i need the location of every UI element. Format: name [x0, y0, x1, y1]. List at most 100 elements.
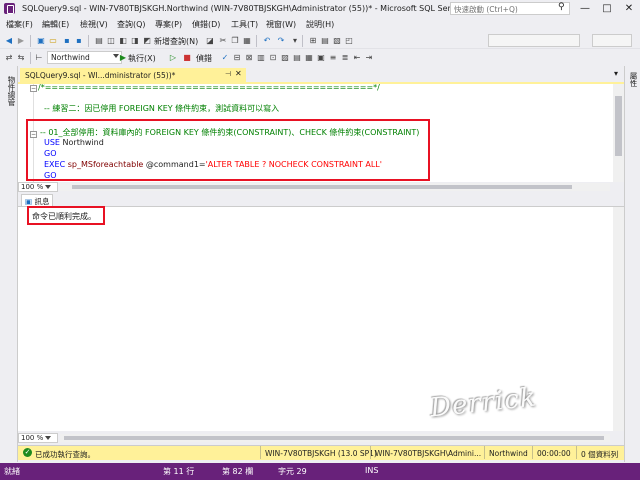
parse-icon[interactable]: ✓: [220, 53, 230, 63]
highlight-box-message: [27, 206, 105, 225]
editor-hscroll-thumb[interactable]: [72, 185, 572, 189]
dmx-query-icon[interactable]: ◨: [130, 36, 140, 46]
database-select[interactable]: Northwind: [47, 51, 122, 64]
menu-tools[interactable]: 工具(T): [231, 19, 258, 30]
debug-button[interactable]: 偵錯: [196, 53, 212, 64]
activity-monitor-icon[interactable]: ⊞: [308, 36, 318, 46]
debug-icon[interactable]: ▷: [168, 53, 178, 63]
intellisense-icon[interactable]: ▥: [256, 53, 266, 63]
xmla-query-icon[interactable]: ◩: [142, 36, 152, 46]
results-hscroll-thumb[interactable]: [64, 436, 604, 440]
client-stats-icon[interactable]: ▨: [280, 53, 290, 63]
right-tool-rail: [624, 66, 640, 462]
status-column: 第 82 欄: [222, 467, 254, 476]
row-count: 0 個資料列: [581, 450, 619, 459]
platform-dropdown[interactable]: [592, 34, 632, 47]
search-icon[interactable]: ⚲: [558, 2, 570, 15]
editor-scroll-thumb[interactable]: [615, 96, 622, 156]
menu-window[interactable]: 視窗(W): [266, 19, 296, 30]
elapsed-time: 00:00:00: [537, 449, 571, 458]
back-icon[interactable]: ◀: [4, 36, 14, 46]
database-engine-query-icon[interactable]: ◫: [106, 36, 116, 46]
chevron-down-icon[interactable]: ▾: [614, 69, 618, 78]
connect-icon[interactable]: ⇄: [4, 53, 14, 63]
object-explorer-icon[interactable]: ◰: [344, 36, 354, 46]
status-char: 字元 29: [278, 467, 307, 476]
server-info: WIN-7V80TBJSKGH (13.0 SP1): [265, 449, 377, 458]
results-grid-icon[interactable]: ▦: [304, 53, 314, 63]
display-plan-icon[interactable]: ⊟: [232, 53, 242, 63]
window-title: SQLQuery9.sql - WIN-7V80TBJSKGH.Northwin…: [22, 4, 496, 13]
new-query-button[interactable]: 新增查詢(N): [154, 36, 198, 47]
template-browser-icon[interactable]: ▧: [332, 36, 342, 46]
menu-help[interactable]: 說明(H): [306, 19, 334, 30]
menu-file[interactable]: 檔案(F): [6, 19, 33, 30]
collapse-icon[interactable]: −: [30, 85, 37, 92]
new-query-icon[interactable]: ▤: [94, 36, 104, 46]
sql-editor-toolbar: ⇄ ⇆ ⊢ Northwind ▶ 執行(X) ▷ ■ 偵錯 ✓ ⊟ ⊠ ▥ ⊡…: [0, 50, 640, 66]
menu-project[interactable]: 專案(P): [155, 19, 182, 30]
code-line-1: /*======================================…: [38, 83, 380, 92]
save-icon[interactable]: ▪: [62, 36, 72, 46]
execute-icon[interactable]: ▶: [118, 53, 128, 63]
new-project-icon[interactable]: ▣: [36, 36, 46, 46]
close-window-button[interactable]: ✕: [618, 0, 640, 17]
tab-sqlquery9[interactable]: SQLQuery9.sql - WI...dministrator (55))*: [20, 68, 246, 82]
analysis-icon[interactable]: ◪: [205, 36, 215, 46]
open-file-icon[interactable]: ▭: [48, 36, 58, 46]
quick-launch-input[interactable]: 快速啟動 (Ctrl+Q): [450, 2, 570, 15]
minimize-button[interactable]: —: [574, 0, 596, 17]
status-ready: 就緒: [4, 467, 20, 476]
status-line: 第 11 行: [163, 467, 195, 476]
increase-indent-icon[interactable]: ⇥: [364, 53, 374, 63]
maximize-button[interactable]: □: [596, 0, 618, 17]
copy-icon[interactable]: ❐: [230, 36, 240, 46]
highlight-box-code: [26, 119, 430, 181]
results-vertical-scrollbar[interactable]: [613, 207, 624, 431]
menu-bar: 檔案(F) 編輯(E) 檢視(V) 查詢(Q) 專案(P) 偵錯(D) 工具(T…: [0, 17, 640, 32]
object-explorer-rail-tab[interactable]: 物件總管: [3, 76, 16, 106]
menu-edit[interactable]: 編輯(E): [42, 19, 69, 30]
uncomment-icon[interactable]: ≣: [340, 53, 350, 63]
properties-icon[interactable]: ▤: [320, 36, 330, 46]
cancel-query-icon[interactable]: ■: [182, 53, 192, 63]
menu-query[interactable]: 查詢(Q): [117, 19, 146, 30]
include-plan-icon[interactable]: ⊡: [268, 53, 278, 63]
cut-icon[interactable]: ✂: [218, 36, 228, 46]
ssms-app-icon: [4, 3, 15, 14]
success-check-icon: ✓: [23, 448, 32, 457]
paste-icon[interactable]: ▦: [242, 36, 252, 46]
tab-messages[interactable]: ▣ 訊息: [21, 194, 53, 206]
status-bar: [0, 463, 640, 480]
left-tool-rail: [0, 66, 18, 462]
tab-messages-label: 訊息: [34, 197, 50, 206]
undo-icon[interactable]: ↶: [262, 36, 272, 46]
redo-icon[interactable]: ↷: [276, 36, 286, 46]
results-file-icon[interactable]: ▣: [316, 53, 326, 63]
save-all-icon[interactable]: ▪: [74, 36, 84, 46]
results-tab-strip: [18, 193, 624, 206]
pin-icon[interactable]: ⊣: [225, 70, 231, 78]
quick-find-icon[interactable]: ▾: [290, 36, 300, 46]
decrease-indent-icon[interactable]: ⇤: [352, 53, 362, 63]
chevron-down-icon: [45, 436, 51, 440]
close-icon[interactable]: ✕: [235, 69, 242, 78]
change-connection-icon[interactable]: ⇆: [16, 53, 26, 63]
mdx-query-icon[interactable]: ◧: [118, 36, 128, 46]
comment-icon[interactable]: ≡: [328, 53, 338, 63]
editor-zoom-select[interactable]: 100 %: [18, 182, 58, 192]
menu-view[interactable]: 檢視(V): [80, 19, 108, 30]
available-db-icon[interactable]: ⊢: [34, 53, 44, 63]
execute-button[interactable]: 執行(X): [128, 53, 156, 64]
results-text-icon[interactable]: ▤: [292, 53, 302, 63]
forward-icon[interactable]: ▶: [16, 36, 26, 46]
properties-rail-tab[interactable]: 屬性: [627, 72, 639, 87]
query-status-text: 已成功執行查詢。: [35, 450, 95, 459]
solution-config-dropdown[interactable]: [488, 34, 580, 47]
code-line-2: -- 練習二：因已停用 FOREIGN KEY 條件約束，測試資料可以寫入: [44, 104, 280, 113]
menu-debug[interactable]: 偵錯(D): [192, 19, 220, 30]
results-zoom-select[interactable]: 100 %: [18, 433, 58, 443]
query-designer-icon[interactable]: ⊠: [244, 53, 254, 63]
chevron-down-icon: [45, 185, 51, 189]
messages-icon: ▣: [25, 197, 33, 206]
